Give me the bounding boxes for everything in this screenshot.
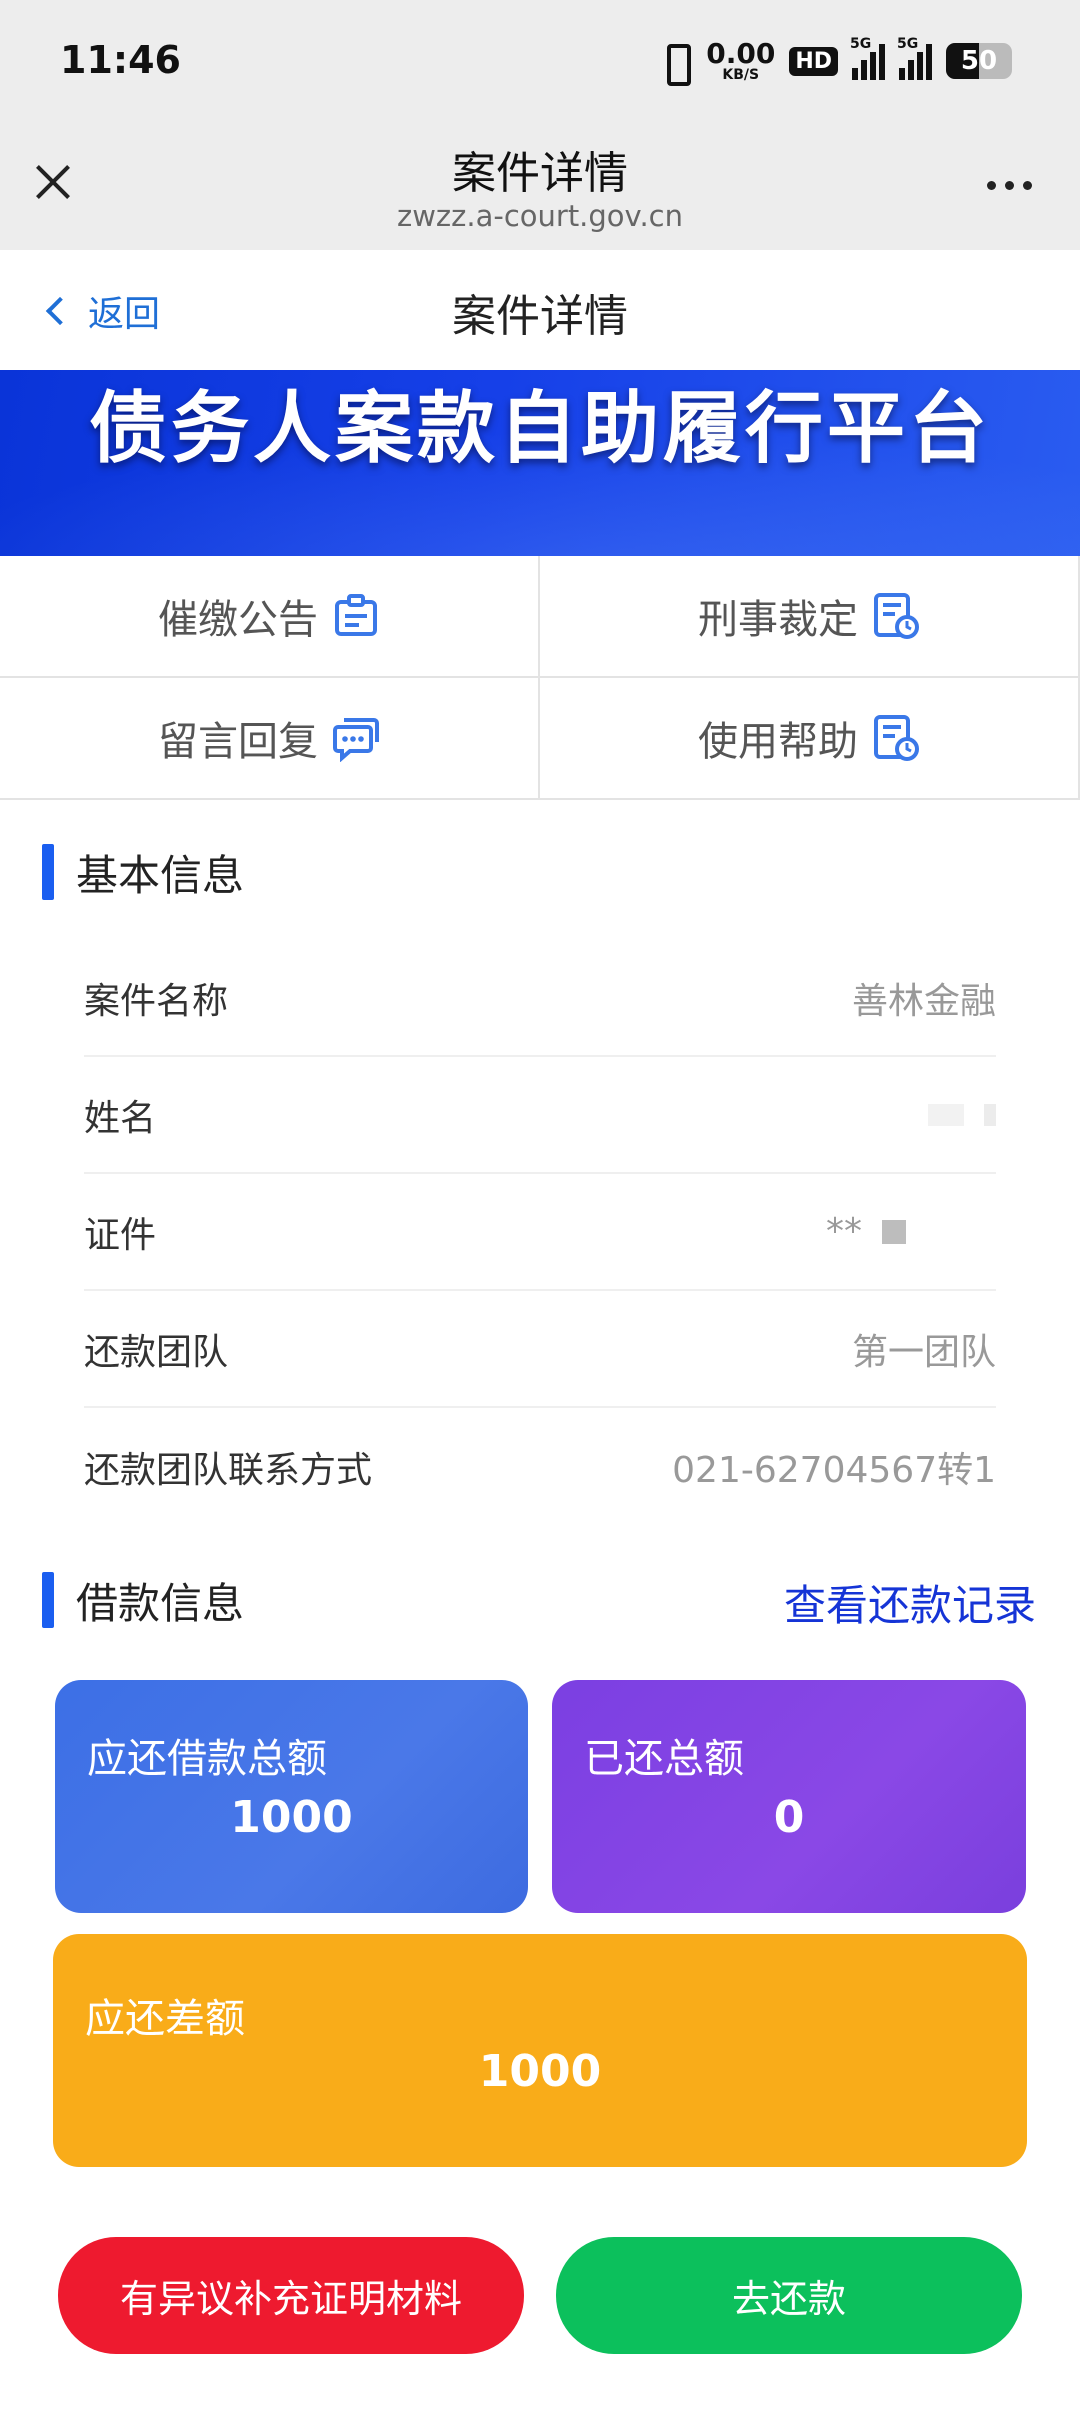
signal-icon: 5G [897, 36, 932, 80]
more-icon[interactable] [987, 181, 1032, 190]
section-title: 借款信息 [76, 1578, 245, 1628]
card-value: 1000 [478, 2046, 602, 2097]
dispute-button[interactable]: 有异议补充证明材料 [58, 2237, 524, 2354]
status-icons: 0.00 KB/S HD 5G 5G 50 [658, 36, 1012, 86]
signal-label: 5G [850, 36, 872, 52]
notice-icon [332, 592, 380, 640]
banner: 债务人案款自助履行平台 [0, 370, 1080, 556]
section-marker [42, 844, 54, 900]
redacted-id: ** [826, 1211, 906, 1252]
grid-item-label: 使用帮助 [698, 719, 858, 765]
signal-icon: 5G [850, 36, 885, 80]
basic-info-list: 案件名称 善林金融 姓名 证件 ** 还款团队 第一团队 还款团队联系方式 02… [84, 940, 996, 1525]
info-label: 还款团队 [84, 1331, 229, 1373]
grid-item-label: 催缴公告 [158, 597, 318, 643]
document-clock-icon [872, 714, 920, 762]
info-row-team: 还款团队 第一团队 [84, 1291, 996, 1408]
chat-icon [332, 714, 380, 763]
grid-item-help[interactable]: 使用帮助 [540, 678, 1080, 800]
browser-title: 案件详情 [452, 148, 628, 199]
info-value: 021-62704567转1 [672, 1449, 996, 1491]
card-value: 1000 [230, 1792, 353, 1843]
battery-level: 50 [960, 46, 998, 76]
network-speed-unit: KB/S [722, 67, 760, 83]
remaining-card: 应还差额 1000 [53, 1934, 1027, 2167]
status-bar: 11:46 0.00 KB/S HD 5G 5G 50 [0, 0, 1080, 125]
total-paid-card: 已还总额 0 [552, 1680, 1026, 1913]
info-label: 还款团队联系方式 [84, 1449, 373, 1491]
hd-icon: HD [789, 46, 838, 76]
section-title: 基本信息 [76, 850, 245, 900]
loan-info-header: 借款信息 [42, 1570, 244, 1630]
info-value: 第一团队 [851, 1331, 996, 1373]
info-row-name: 姓名 [84, 1057, 996, 1174]
redaction-block [928, 1103, 964, 1126]
grid-item-criminal-ruling[interactable]: 刑事裁定 [540, 556, 1080, 678]
quick-grid: 催缴公告 刑事裁定 留言回复 使用帮助 [0, 556, 1080, 800]
card-title: 应还借款总额 [87, 1736, 327, 1782]
info-label: 证件 [84, 1214, 157, 1256]
view-repayment-records-link[interactable]: 查看还款记录 [784, 1572, 1036, 1633]
total-due-card: 应还借款总额 1000 [55, 1680, 528, 1913]
info-label: 姓名 [84, 1097, 157, 1139]
info-label: 案件名称 [84, 980, 229, 1022]
info-row-id: 证件 ** [84, 1174, 996, 1291]
info-value: ** [826, 1211, 862, 1252]
grid-item-notice[interactable]: 催缴公告 [0, 556, 540, 678]
banner-text: 债务人案款自助履行平台 [88, 384, 991, 474]
network-speed: 0.00 KB/S [706, 37, 776, 83]
network-speed-value: 0.00 [706, 37, 776, 70]
grid-item-label: 留言回复 [158, 719, 318, 765]
card-value: 0 [773, 1792, 805, 1843]
battery-icon: 50 [946, 43, 1012, 79]
browser-header: 案件详情 zwzz.a-court.gov.cn [0, 125, 1080, 250]
basic-info-header: 基本信息 [42, 842, 244, 902]
pay-button[interactable]: 去还款 [556, 2237, 1022, 2354]
grid-item-label: 刑事裁定 [698, 597, 858, 643]
section-marker [42, 1572, 54, 1628]
page-title: 案件详情 [452, 291, 628, 342]
card-title: 应还差额 [85, 1996, 245, 2042]
vibrate-icon [658, 42, 692, 86]
info-row-case-name: 案件名称 善林金融 [84, 940, 996, 1057]
status-time: 11:46 [60, 38, 181, 82]
redaction-block [882, 1219, 906, 1244]
browser-url: zwzz.a-court.gov.cn [396, 199, 684, 233]
grid-item-message-reply[interactable]: 留言回复 [0, 678, 540, 800]
document-clock-icon [872, 592, 920, 640]
info-row-team-contact: 还款团队联系方式 021-62704567转1 [84, 1408, 996, 1525]
info-value: 善林金融 [851, 980, 996, 1022]
page-nav: 返回 案件详情 [0, 250, 1080, 370]
redaction-block [984, 1103, 996, 1126]
signal-label: 5G [897, 36, 919, 52]
card-title: 已还总额 [584, 1736, 744, 1782]
redacted-name [928, 1103, 996, 1126]
